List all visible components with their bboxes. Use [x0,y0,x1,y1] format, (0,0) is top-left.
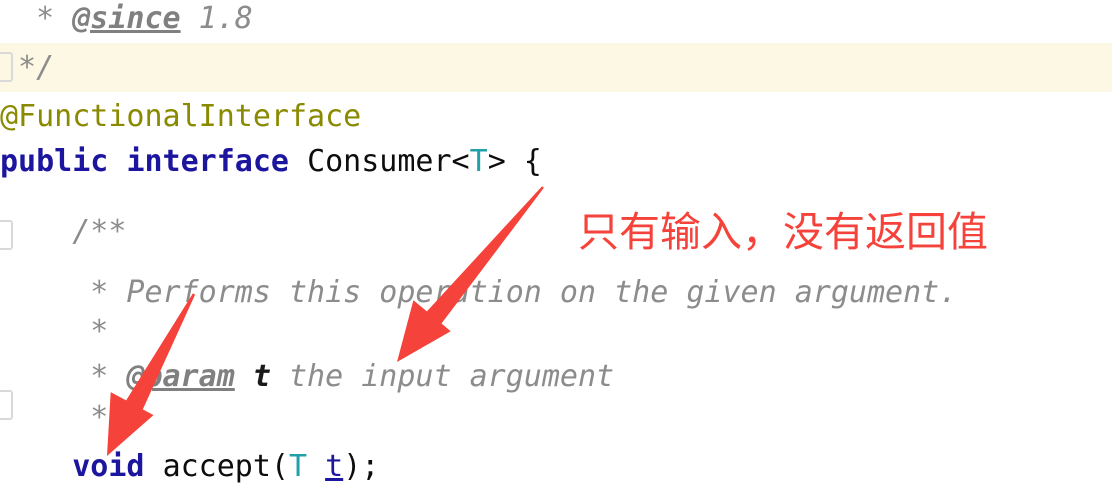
space-3 [145,449,163,484]
type-parameter-t: T [469,144,488,179]
decl-tail: > { [487,144,542,179]
keyword-interface: interface [126,144,289,179]
line-since[interactable]: * @since 1.8 [0,0,1112,43]
javadoc-blank-star: * [0,314,109,349]
javadoc-open: /** [0,214,127,249]
javadoc-param-name: t [252,359,271,394]
space-2 [289,144,307,179]
annotation-note-text: 只有输入，没有返回值 [578,208,988,256]
method-tail: ); [343,449,380,484]
type-t: T [289,449,308,484]
line-method-accept[interactable]: void accept(T t); [0,442,1112,491]
javadoc-tag-param: @param [126,359,235,394]
javadoc-description: * Performs this operation on the given a… [0,275,958,310]
method-name-accept: accept( [162,449,289,484]
line-interface-decl[interactable]: public interface Consumer<T> { [0,137,1112,186]
javadoc-asterisk: * [0,1,73,36]
space-4 [307,449,325,484]
javadoc-since-value: 1.8 [180,1,253,36]
javadoc-param-desc: the input argument [270,359,615,394]
functional-interface-annotation: @FunctionalInterface [0,99,362,134]
class-name-consumer: Consumer< [307,144,470,179]
line-javadoc-close[interactable]: */ [0,393,1112,442]
javadoc-tag-since: @since [72,1,181,36]
javadoc-close-2: */ [0,400,127,435]
line-javadoc-blank[interactable]: * [0,307,1112,356]
javadoc-star: * [0,359,127,394]
parameter-t: t [325,449,344,484]
space-1 [108,144,126,179]
line-annotation[interactable]: @FunctionalInterface [0,92,1112,141]
code-fold-marker-javadoc-open[interactable] [0,220,13,250]
code-fold-marker-javadoc-close[interactable] [0,390,13,420]
code-fold-marker-javadoc-end[interactable] [0,52,13,82]
keyword-public: public [0,144,109,179]
line-comment-end[interactable]: */ [0,43,1112,92]
javadoc-space [235,359,253,394]
keyword-void: void [72,449,145,484]
